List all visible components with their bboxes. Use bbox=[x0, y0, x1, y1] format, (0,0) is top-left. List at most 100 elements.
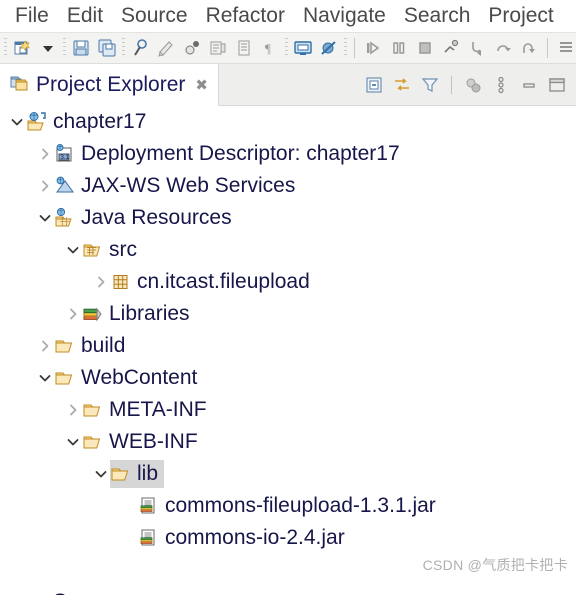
project-explorer-tree[interactable]: chapter17 3.1 Deployment Descriptor: chapt… bbox=[0, 106, 576, 595]
menu-refactor[interactable]: Refactor bbox=[197, 0, 294, 32]
menu-edit[interactable]: Edit bbox=[58, 0, 112, 32]
view-menu-icon[interactable] bbox=[488, 72, 514, 98]
build-icon[interactable] bbox=[127, 35, 153, 61]
tree-item-content[interactable]: 3.1 Deployment Descriptor: chapter17 bbox=[54, 140, 406, 168]
tree-item-content[interactable]: JAX-WS Web Services bbox=[54, 172, 301, 200]
tree-item-content[interactable]: WebContent bbox=[54, 364, 203, 392]
tree-item-src[interactable]: src bbox=[0, 234, 576, 266]
svg-text:3.1: 3.1 bbox=[61, 155, 70, 161]
new-wizard-icon[interactable] bbox=[9, 35, 35, 61]
jar-icon bbox=[138, 495, 160, 517]
chevron-right-icon[interactable] bbox=[36, 330, 54, 362]
resume-icon[interactable] bbox=[360, 35, 386, 61]
tree-item-chapter17[interactable]: chapter17 bbox=[0, 106, 576, 138]
view-toolbar bbox=[361, 64, 576, 105]
menu-overflow-icon[interactable] bbox=[553, 35, 576, 61]
minimize-icon[interactable] bbox=[516, 72, 542, 98]
link-with-editor-icon[interactable] bbox=[389, 72, 415, 98]
collapse-all-icon[interactable] bbox=[361, 72, 387, 98]
tree-item-content[interactable]: chapter17 bbox=[26, 108, 152, 136]
tree-item-commons-io-2-4-jar[interactable]: commons-io-2.4.jar bbox=[0, 522, 576, 554]
chevron-down-icon[interactable] bbox=[8, 106, 26, 138]
new-dropdown-arrow-icon[interactable] bbox=[35, 35, 61, 61]
tree-item-label: commons-io-2.4.jar bbox=[165, 526, 345, 549]
terminate-icon[interactable] bbox=[412, 35, 438, 61]
tree-item-deployment-descriptor-chapter17[interactable]: 3.1 Deployment Descriptor: chapter17 bbox=[0, 138, 576, 170]
tree-item-commons-fileupload-1-3-1-jar[interactable]: commons-fileupload-1.3.1.jar bbox=[0, 490, 576, 522]
chevron-right-icon[interactable] bbox=[36, 138, 54, 170]
menu-project[interactable]: Project bbox=[479, 0, 562, 32]
tree-item-webcontent[interactable]: WebContent bbox=[0, 362, 576, 394]
chevron-down-icon[interactable] bbox=[36, 362, 54, 394]
tree-item-lib[interactable]: lib bbox=[0, 458, 576, 490]
folder-icon bbox=[82, 399, 104, 421]
tree-item-meta-inf[interactable]: META-INF bbox=[0, 394, 576, 426]
menu-search[interactable]: Search bbox=[395, 0, 480, 32]
step-over-icon[interactable] bbox=[490, 35, 516, 61]
menu-source[interactable]: Source bbox=[112, 0, 197, 32]
external-tools-icon[interactable] bbox=[205, 35, 231, 61]
open-type-icon[interactable] bbox=[153, 35, 179, 61]
menu-file[interactable]: File bbox=[6, 0, 58, 32]
toggle-block-selection-icon[interactable] bbox=[231, 35, 257, 61]
chevron-down-icon[interactable] bbox=[64, 426, 82, 458]
tree-item-content[interactable]: Servers bbox=[26, 588, 131, 595]
jax-ws-web-services-icon bbox=[54, 175, 76, 197]
suspend-icon[interactable] bbox=[386, 35, 412, 61]
chevron-right-icon[interactable] bbox=[64, 298, 82, 330]
tree-item-content[interactable]: src bbox=[82, 236, 143, 264]
menu-navigate[interactable]: Navigate bbox=[294, 0, 395, 32]
chevron-right-icon[interactable] bbox=[64, 394, 82, 426]
toolbar-separator bbox=[4, 38, 7, 58]
chevron-down-icon[interactable] bbox=[64, 234, 82, 266]
tree-item-label: Java Resources bbox=[81, 206, 232, 229]
tab-label: Project Explorer bbox=[36, 73, 186, 96]
chevron-down-icon[interactable] bbox=[36, 202, 54, 234]
tree-item-java-resources[interactable]: Java Resources bbox=[0, 202, 576, 234]
tree-item-content[interactable]: WEB-INF bbox=[82, 428, 204, 456]
tree-item-content[interactable]: commons-io-2.4.jar bbox=[138, 524, 351, 552]
tree-item-label: build bbox=[81, 334, 126, 357]
tree-item-label: src bbox=[109, 238, 137, 261]
project-explorer-icon bbox=[8, 72, 30, 99]
debug-icon[interactable] bbox=[179, 35, 205, 61]
tree-item-web-inf[interactable]: WEB-INF bbox=[0, 426, 576, 458]
tree-item-cn-itcast-fileupload[interactable]: cn.itcast.fileupload bbox=[0, 266, 576, 298]
show-whitespace-icon[interactable]: ¶ bbox=[257, 35, 283, 61]
view-menu-filter-icon[interactable] bbox=[417, 72, 443, 98]
tree-item-content[interactable]: lib bbox=[110, 460, 165, 488]
step-into-icon[interactable] bbox=[464, 35, 490, 61]
disconnect-icon[interactable] bbox=[438, 35, 464, 61]
tree-item-content[interactable]: cn.itcast.fileupload bbox=[110, 268, 316, 296]
tree-item-content[interactable]: META-INF bbox=[82, 396, 213, 424]
console-icon[interactable] bbox=[290, 35, 316, 61]
tree-item-content[interactable]: build bbox=[54, 332, 131, 360]
tree-item-build[interactable]: build bbox=[0, 330, 576, 362]
tree-item-libraries[interactable]: Libraries bbox=[0, 298, 576, 330]
maximize-icon[interactable] bbox=[544, 72, 570, 98]
save-all-icon[interactable] bbox=[94, 35, 120, 61]
tree-item-content[interactable]: Libraries bbox=[82, 300, 196, 328]
tree-item-label: lib bbox=[137, 462, 159, 485]
folder-icon bbox=[54, 367, 76, 389]
source-folder-icon bbox=[82, 239, 104, 261]
save-icon[interactable] bbox=[68, 35, 94, 61]
focus-on-active-task-icon[interactable] bbox=[460, 72, 486, 98]
close-icon[interactable]: ✖ bbox=[195, 78, 208, 93]
tree-item-label: chapter17 bbox=[53, 110, 147, 133]
tree-item-servers[interactable]: Servers bbox=[0, 586, 576, 595]
step-return-icon[interactable] bbox=[516, 35, 542, 61]
skip-breakpoints-icon[interactable] bbox=[316, 35, 342, 61]
chevron-right-icon[interactable] bbox=[8, 586, 26, 595]
toolbar-separator bbox=[63, 38, 66, 58]
tree-item-jax-ws-web-services[interactable]: JAX-WS Web Services bbox=[0, 170, 576, 202]
tree-item-content[interactable]: Java Resources bbox=[54, 204, 238, 232]
twisty-placeholder bbox=[120, 490, 138, 522]
chevron-right-icon[interactable] bbox=[92, 266, 110, 298]
chevron-right-icon[interactable] bbox=[36, 170, 54, 202]
chevron-down-icon[interactable] bbox=[92, 458, 110, 490]
menu-bar: File Edit Source Refactor Navigate Search Proj… bbox=[0, 0, 576, 32]
tree-item-content[interactable]: commons-fileupload-1.3.1.jar bbox=[138, 492, 442, 520]
tab-project-explorer[interactable]: Project Explorer ✖ bbox=[0, 64, 219, 106]
tree-item-label: Deployment Descriptor: chapter17 bbox=[81, 142, 400, 165]
